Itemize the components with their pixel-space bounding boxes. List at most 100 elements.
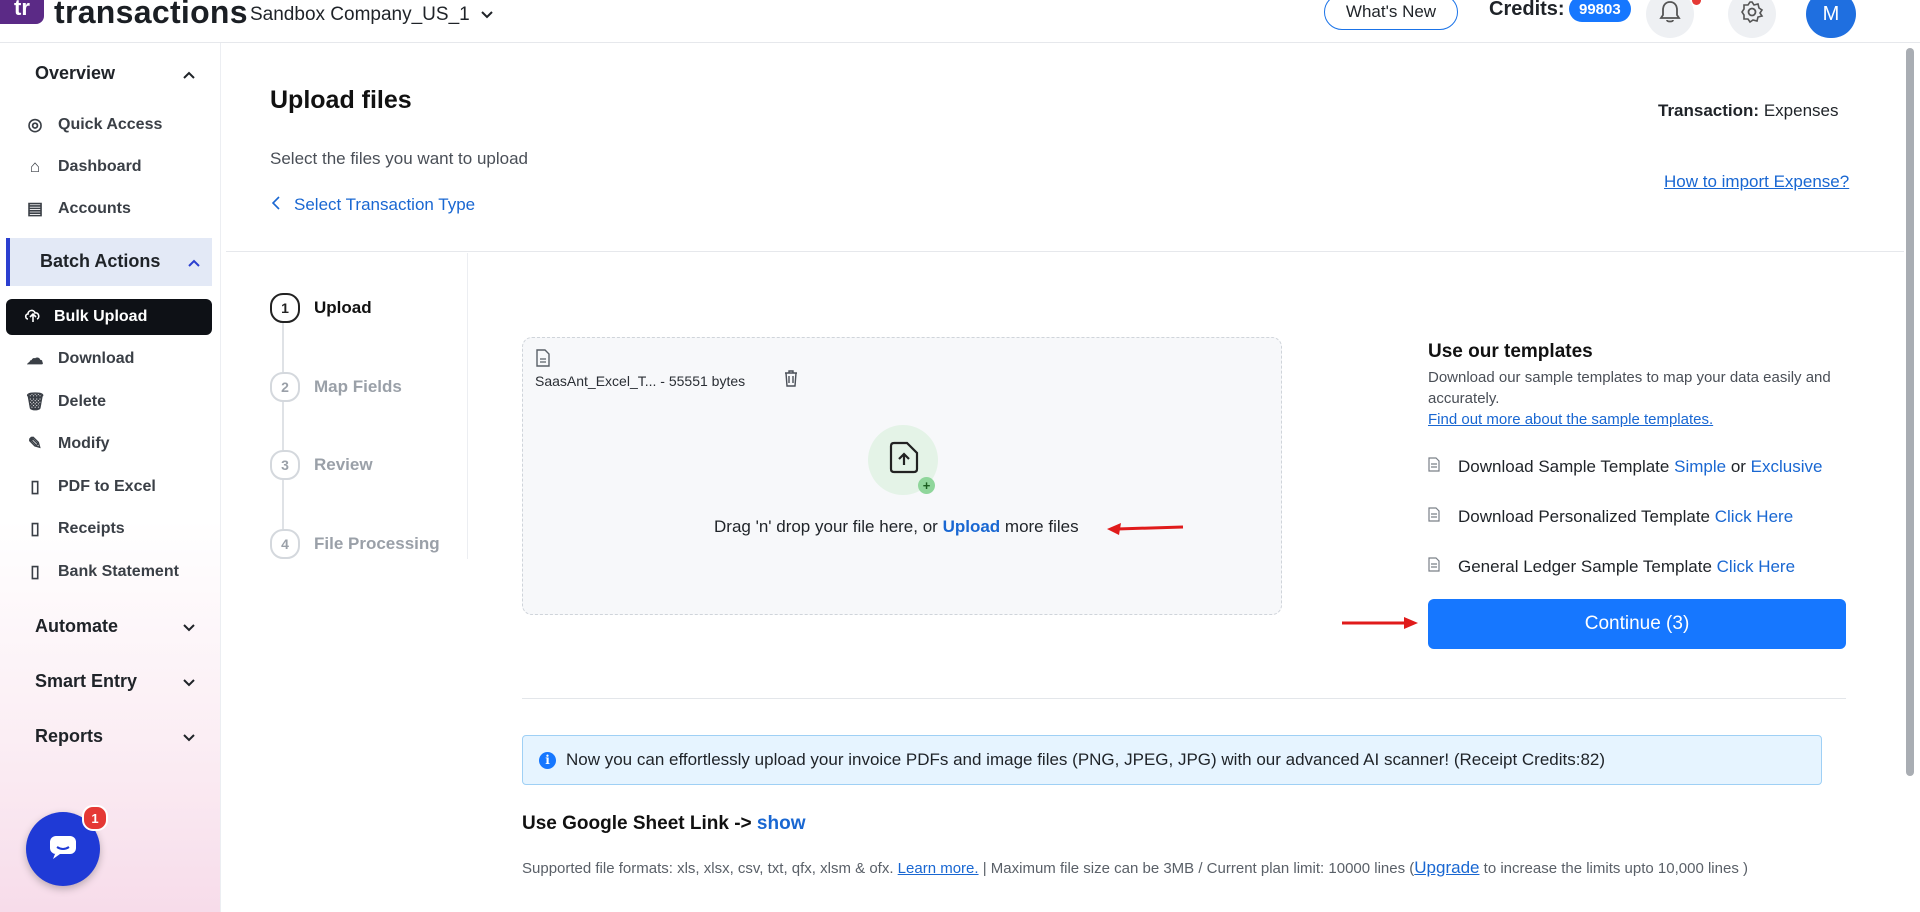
chevron-left-icon xyxy=(271,195,280,215)
sidebar: Overview ◎ Quick Access ⌂ Dashboard ▤ Ac… xyxy=(0,42,221,912)
logo-mark[interactable]: tr xyxy=(0,0,44,24)
nav-label: Quick Access xyxy=(58,116,163,133)
top-bar: tr transactions Sandbox Company_US_1 Wha… xyxy=(0,0,1920,43)
plus-icon: + xyxy=(918,477,935,494)
chat-badge: 1 xyxy=(82,805,108,831)
step-map-fields: 2 Map Fields xyxy=(270,372,402,402)
learn-more-link[interactable]: Learn more. xyxy=(898,860,979,877)
upload-link[interactable]: Upload xyxy=(943,517,1001,536)
whats-new-button[interactable]: What's New xyxy=(1324,0,1458,30)
section-divider xyxy=(522,698,1846,699)
template-label: General Ledger Sample Template xyxy=(1458,557,1712,576)
continue-button[interactable]: Continue (3) xyxy=(1428,599,1846,649)
page-title: Upload files xyxy=(270,86,412,114)
file-icon xyxy=(536,349,550,372)
section-label: Overview xyxy=(35,63,116,83)
limits-text: | Maximum file size can be 3MB / Current… xyxy=(978,860,1415,877)
step-file-processing: 4 File Processing xyxy=(270,529,440,559)
step-review: 3 Review xyxy=(270,450,373,480)
chevron-down-icon xyxy=(183,616,195,637)
gsheet-label: Use Google Sheet Link -> xyxy=(522,813,752,834)
google-sheet-link-row: Use Google Sheet Link -> show xyxy=(522,813,805,835)
notifications-button[interactable] xyxy=(1646,0,1694,38)
transaction-label: Transaction: xyxy=(1658,101,1760,120)
sidebar-section-overview[interactable]: Overview xyxy=(35,63,195,84)
sidebar-item-modify[interactable]: ✎ Modify xyxy=(24,427,210,461)
step-label: File Processing xyxy=(314,534,440,553)
template-row-personalized: Download Personalized Template Click Her… xyxy=(1428,507,1793,527)
step-upload: 1 Upload xyxy=(270,293,372,323)
drag-text-suffix: more files xyxy=(1004,517,1079,536)
nav-label: Delete xyxy=(58,393,107,410)
pdf-icon: ▯ xyxy=(30,477,40,496)
template-label: Download Sample Template xyxy=(1458,457,1670,476)
section-label: Automate xyxy=(35,616,119,636)
sidebar-item-accounts[interactable]: ▤ Accounts xyxy=(24,192,210,226)
upload-cloud-icon xyxy=(24,307,42,328)
company-name: Sandbox Company_US_1 xyxy=(250,4,470,25)
how-to-import-link[interactable]: How to import Expense? xyxy=(1664,172,1849,192)
chevron-down-icon xyxy=(183,726,195,747)
company-selector[interactable]: Sandbox Company_US_1 xyxy=(250,4,494,26)
step-number: 3 xyxy=(270,450,300,480)
gear-icon xyxy=(1740,0,1764,29)
clipboard-icon: ▤ xyxy=(26,199,44,218)
remove-file-button[interactable] xyxy=(784,370,798,392)
logo-text[interactable]: transactions xyxy=(54,0,248,31)
show-google-sheet-link[interactable]: show xyxy=(757,813,806,834)
nav-label: Modify xyxy=(58,435,110,452)
chevron-up-icon xyxy=(188,251,200,272)
annotation-arrow-upload xyxy=(1107,523,1184,535)
section-header: Batch Actions xyxy=(40,251,200,272)
select-transaction-type-link[interactable]: Select Transaction Type xyxy=(271,195,475,215)
step-label: Review xyxy=(314,455,373,474)
sidebar-item-receipts[interactable]: ▯ Receipts xyxy=(24,512,210,546)
templates-description: Download our sample templates to map you… xyxy=(1428,369,1831,407)
document-icon xyxy=(1428,557,1440,577)
simple-template-link[interactable]: Simple xyxy=(1674,457,1726,476)
templates-more-link[interactable]: Find out more about the sample templates… xyxy=(1428,411,1713,428)
info-text: Now you can effortlessly upload your inv… xyxy=(566,750,1606,769)
template-row-sample: Download Sample Template Simple or Exclu… xyxy=(1428,457,1822,477)
upgrade-link[interactable]: Upgrade xyxy=(1414,858,1479,877)
credits-badge: 99803 xyxy=(1569,0,1631,22)
bank-statement-icon: ▯ xyxy=(30,562,40,581)
drag-text-prefix: Drag 'n' drop your file here, or xyxy=(714,517,938,536)
sidebar-item-download[interactable]: ☁ Download xyxy=(24,342,210,376)
avatar[interactable]: M xyxy=(1806,0,1856,38)
settings-button[interactable] xyxy=(1728,0,1776,38)
page-subtitle: Select the files you want to upload xyxy=(270,149,528,168)
step-number: 4 xyxy=(270,529,300,559)
edit-file-icon: ✎ xyxy=(27,434,43,453)
sidebar-section-automate[interactable]: Automate xyxy=(35,616,195,637)
receipt-icon: ▯ xyxy=(30,519,40,538)
step-label: Map Fields xyxy=(314,377,402,396)
transaction-type-display: Transaction: Expenses xyxy=(1658,101,1839,121)
drag-drop-text: Drag 'n' drop your file here, or Upload … xyxy=(714,517,1079,537)
sidebar-item-pdf-to-excel[interactable]: ▯ PDF to Excel xyxy=(24,470,210,504)
formats-text: Supported file formats: xls, xlsx, csv, … xyxy=(522,860,894,877)
nav-label: Accounts xyxy=(58,200,131,217)
trash-icon xyxy=(784,370,798,391)
sidebar-section-batch-actions[interactable]: Batch Actions xyxy=(6,238,212,286)
sidebar-item-delete[interactable]: 🗑 Delete xyxy=(24,385,210,419)
nav-label: Receipts xyxy=(58,520,125,537)
exclusive-template-link[interactable]: Exclusive xyxy=(1751,457,1823,476)
section-label: Smart Entry xyxy=(35,671,138,691)
scrollbar[interactable] xyxy=(1906,48,1914,776)
uploaded-file-name: SaasAnt_Excel_T... - 55551 bytes xyxy=(535,373,746,389)
sidebar-item-bank-statement[interactable]: ▯ Bank Statement xyxy=(24,555,210,589)
chevron-up-icon xyxy=(183,63,195,84)
sidebar-item-quick-access[interactable]: ◎ Quick Access xyxy=(24,108,210,142)
or-text: or xyxy=(1730,457,1746,476)
nav-label: Download xyxy=(58,350,135,367)
personalized-template-link[interactable]: Click Here xyxy=(1715,507,1793,526)
sidebar-section-reports[interactable]: Reports xyxy=(35,726,195,747)
info-icon: i xyxy=(539,751,556,769)
sidebar-section-smart-entry[interactable]: Smart Entry xyxy=(35,671,195,692)
general-ledger-template-link[interactable]: Click Here xyxy=(1717,557,1795,576)
sidebar-item-dashboard[interactable]: ⌂ Dashboard xyxy=(24,150,210,184)
sidebar-item-bulk-upload[interactable]: Bulk Upload xyxy=(6,299,212,335)
steps-separator xyxy=(467,253,468,559)
download-cloud-icon: ☁ xyxy=(26,349,44,368)
